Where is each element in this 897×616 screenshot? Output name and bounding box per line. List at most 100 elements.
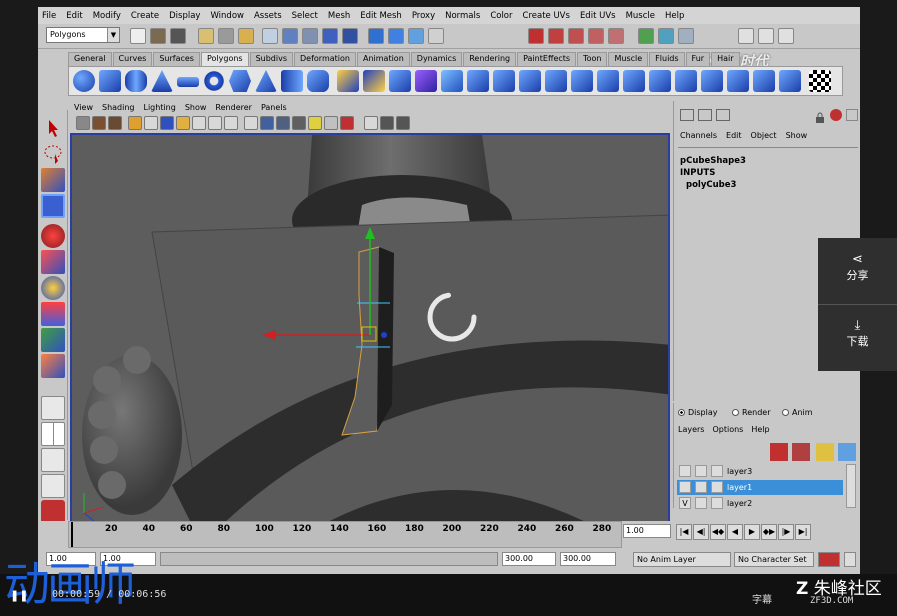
preferences-icon[interactable] [844, 552, 856, 567]
show-manipulator-icon[interactable] [41, 328, 65, 352]
range-bar[interactable] [160, 552, 498, 566]
bevel-icon[interactable] [701, 70, 723, 92]
radio-display[interactable]: Display [678, 408, 718, 417]
tab-animation[interactable]: Animation [356, 52, 410, 66]
go-to-end-icon[interactable]: ▶| [795, 524, 811, 540]
z-axis-handle[interactable] [381, 332, 387, 338]
render-settings-icon[interactable] [678, 28, 694, 44]
highlight-icon[interactable] [830, 109, 842, 121]
poly-sphere-icon[interactable] [73, 70, 95, 92]
panel-menu-lighting[interactable]: Lighting [143, 103, 175, 112]
persp-outliner-layout-icon[interactable] [41, 474, 65, 498]
wireframe-icon[interactable] [244, 116, 258, 130]
planar-mapping-icon[interactable] [727, 70, 749, 92]
menu-file[interactable]: File [42, 11, 56, 21]
fill-hole-icon[interactable] [493, 70, 515, 92]
menu-create-uvs[interactable]: Create UVs [523, 11, 570, 21]
tab-painteffects[interactable]: PaintEffects [517, 52, 577, 66]
go-to-start-icon[interactable]: |◀ [676, 524, 692, 540]
snap-view-plane-icon[interactable] [322, 28, 338, 44]
download-button[interactable]: ⤓ 下载 [818, 318, 897, 349]
tab-dynamics[interactable]: Dynamics [410, 52, 463, 66]
end-time-field[interactable]: 300.00 [560, 552, 616, 566]
image-plane-icon[interactable] [128, 116, 142, 130]
camera-select-icon[interactable] [76, 116, 90, 130]
new-scene-icon[interactable] [130, 28, 146, 44]
panel-menu-shading[interactable]: Shading [102, 103, 135, 112]
render-icon[interactable] [388, 28, 404, 44]
subtitle-button[interactable]: 字幕 [752, 591, 772, 606]
poly-cylinder-icon[interactable] [125, 70, 147, 92]
paint-select-tool-icon[interactable] [41, 168, 65, 192]
layer-menu-layers[interactable]: Layers [678, 425, 704, 434]
menu-mesh[interactable]: Mesh [328, 11, 350, 21]
layer-type-toggle[interactable] [695, 465, 707, 477]
save-scene-icon[interactable] [170, 28, 186, 44]
history-icon[interactable] [368, 28, 384, 44]
xray-icon[interactable] [340, 116, 354, 130]
hud-icon[interactable] [380, 116, 394, 130]
ambient-occlusion-icon[interactable] [396, 116, 410, 130]
scale-tool-icon[interactable] [41, 250, 65, 274]
poly-pipe-icon[interactable] [281, 70, 303, 92]
poly-pyramid-icon[interactable] [255, 70, 277, 92]
radio-render[interactable]: Render [732, 408, 770, 417]
ipr-render-icon[interactable] [408, 28, 424, 44]
select-hierarchy-icon[interactable] [198, 28, 214, 44]
mirror-geometry-icon[interactable] [467, 70, 489, 92]
spherical-mapping-icon[interactable] [779, 70, 801, 92]
smooth-icon[interactable] [415, 70, 437, 92]
snap-point-icon[interactable] [302, 28, 318, 44]
character-set-dropdown[interactable]: No Character Set [734, 552, 814, 567]
split-polygon-icon[interactable] [597, 70, 619, 92]
checker-map-icon[interactable] [809, 70, 831, 92]
smooth-shade-icon[interactable] [260, 116, 274, 130]
poly-helix-icon[interactable] [307, 70, 329, 92]
lock-icon[interactable] [814, 109, 826, 123]
render-current-icon[interactable] [658, 28, 674, 44]
offset-edge-loop-icon[interactable] [649, 70, 671, 92]
layer-visibility-toggle[interactable] [679, 481, 691, 493]
tab-deformation[interactable]: Deformation [294, 52, 356, 66]
select-component-icon[interactable] [238, 28, 254, 44]
panel-menu-view[interactable]: View [74, 103, 93, 112]
current-time-marker[interactable] [71, 522, 73, 547]
menu-proxy[interactable]: Proxy [412, 11, 435, 21]
menu-modify[interactable]: Modify [93, 11, 121, 21]
insert-edge-loop-icon[interactable] [623, 70, 645, 92]
booleans-icon[interactable] [441, 70, 463, 92]
open-scene-icon[interactable] [150, 28, 166, 44]
menu-create[interactable]: Create [131, 11, 159, 21]
snap-grid-icon[interactable] [262, 28, 278, 44]
step-back-key-icon[interactable]: ◀◆ [710, 524, 726, 540]
magnet-surface-icon[interactable] [588, 28, 604, 44]
last-tool-icon[interactable] [41, 354, 65, 378]
input-node-label[interactable]: polyCube3 [686, 180, 736, 190]
shape-node-label[interactable]: pCubeShape3 [680, 156, 746, 166]
tab-hair[interactable]: Hair [711, 52, 740, 66]
safe-action-icon[interactable] [224, 116, 238, 130]
create-layer-from-selected-icon[interactable] [792, 443, 810, 461]
textured-icon[interactable] [292, 116, 306, 130]
menu-muscle[interactable]: Muscle [626, 11, 655, 21]
layer-color-swatch[interactable] [711, 481, 723, 493]
make-live-icon[interactable] [342, 28, 358, 44]
cylindrical-mapping-icon[interactable] [753, 70, 775, 92]
menu-edit-uvs[interactable]: Edit UVs [580, 11, 616, 21]
layer-scrollbar[interactable] [846, 464, 856, 508]
select-tool-icon[interactable] [41, 116, 65, 140]
rotate-tool-icon[interactable] [41, 224, 65, 248]
combine-icon[interactable] [337, 70, 359, 92]
camera-attributes-icon[interactable] [92, 116, 106, 130]
cb-menu-object[interactable]: Object [751, 131, 777, 140]
magnet-curve-icon[interactable] [548, 28, 564, 44]
extract-icon[interactable] [389, 70, 411, 92]
show-channel-box-icon[interactable] [778, 28, 794, 44]
layer-type-toggle[interactable] [695, 481, 707, 493]
pin-icon[interactable] [846, 109, 858, 121]
menu-assets[interactable]: Assets [254, 11, 282, 21]
single-perspective-layout-icon[interactable] [41, 396, 65, 420]
poly-plane-icon[interactable] [177, 77, 199, 87]
tab-curves[interactable]: Curves [112, 52, 153, 66]
anim-layer-dropdown[interactable]: No Anim Layer [633, 552, 731, 567]
